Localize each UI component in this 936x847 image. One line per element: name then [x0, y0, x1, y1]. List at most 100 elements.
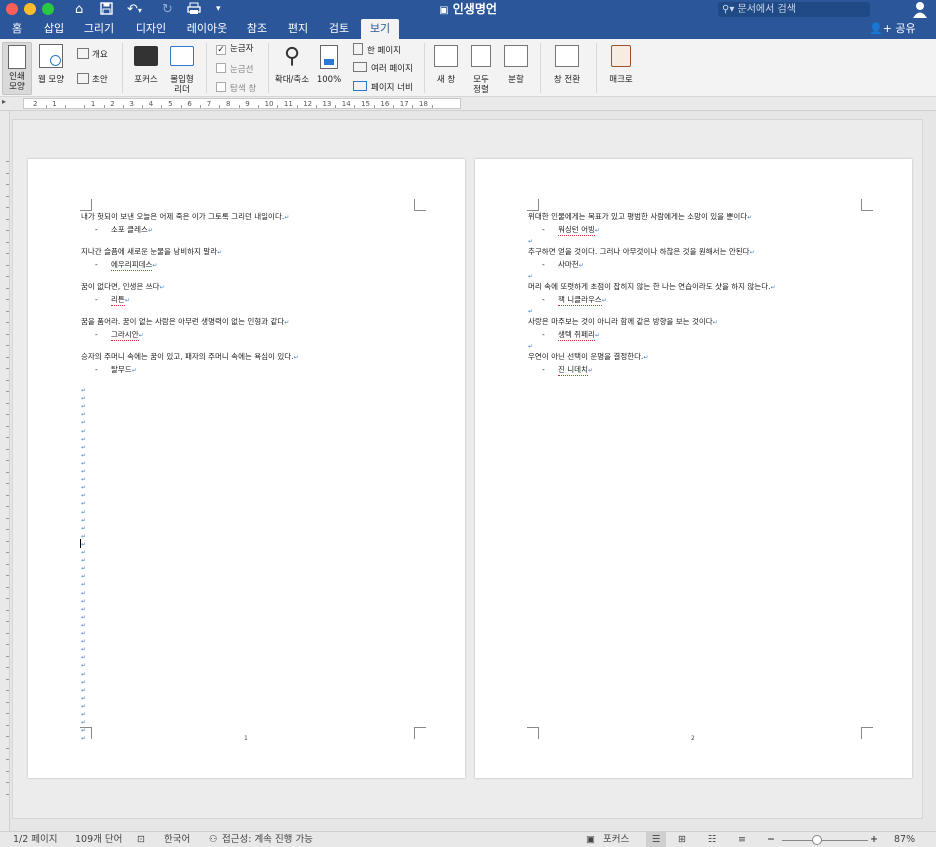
paragraph-mark-icon: ↵ [81, 468, 87, 475]
vertical-ruler-tick [6, 793, 9, 795]
tab-review[interactable]: 검토 [322, 19, 356, 39]
page-width-button[interactable]: 페이지 너비 [353, 81, 413, 93]
quote-line: 추구하면 얻을 것이다. 그러나 아무것이나 하찮은 것을 원해서는 안된다↵ [528, 247, 755, 256]
customize-toolbar-icon[interactable]: ▾ [216, 0, 221, 19]
page-2[interactable]: 위대한 인물에게는 목표가 있고 평범한 사람에게는 소망이 있을 뿐이다↵ -… [475, 159, 912, 778]
draft-button[interactable]: 초안 [77, 73, 108, 85]
print-icon[interactable] [187, 0, 201, 19]
home-icon[interactable]: ⌂ [75, 0, 83, 19]
ruler-tick [103, 105, 105, 108]
zoom-window-button[interactable] [42, 3, 54, 15]
tab-draw[interactable]: 그리기 [79, 19, 119, 39]
ruler-number: 13 [322, 100, 332, 108]
vertical-ruler[interactable] [0, 111, 10, 831]
vertical-ruler-tick [6, 356, 9, 358]
ruler-number: 17 [399, 100, 409, 108]
undo-icon[interactable]: ↶▾ [127, 0, 142, 19]
tab-view[interactable]: 보기 [361, 19, 399, 39]
tab-mailings[interactable]: 편지 [282, 19, 314, 39]
language[interactable]: 한국어 [164, 832, 190, 847]
search-input[interactable]: ⚲▾ 문서에서 검색 [718, 2, 870, 17]
tab-home[interactable]: 홈 [3, 19, 31, 39]
focus-mode-icon[interactable]: ▣ [586, 832, 595, 847]
paragraph-mark-icon: ↵ [81, 719, 87, 727]
navigation-pane-checkbox[interactable]: 탐색 창 [216, 82, 256, 94]
multiple-pages-button[interactable]: 여러 페이지 [353, 62, 413, 74]
save-icon[interactable] [100, 0, 113, 19]
tab-stop-icon[interactable]: ▸ [2, 97, 6, 106]
vertical-ruler-tick [6, 299, 9, 300]
switch-windows-button[interactable]: 창 전환 [546, 45, 588, 85]
draft-view-icon[interactable]: ≡ [738, 832, 746, 847]
immersive-reader-button[interactable]: 몰입형 리더 [165, 46, 199, 95]
document-canvas[interactable]: 내가 헛되이 보낸 오늘은 어제 죽은 이가 그토록 그리던 내일이다.↵ -소… [12, 119, 923, 819]
paragraph-mark-icon: ↵ [81, 549, 87, 556]
zoom-slider-track[interactable] [782, 840, 868, 841]
focus-mode-button[interactable]: 포커스 [603, 832, 629, 847]
attribution-line: -진 니데치↵ [542, 365, 594, 376]
zoom-button[interactable]: ⚲ 확대/축소 [274, 45, 310, 86]
macros-button[interactable]: 매크로 [602, 45, 640, 85]
paragraph-mark-icon: ↵ [81, 597, 87, 605]
outline-icon [77, 48, 89, 59]
print-layout-icon [8, 45, 26, 69]
vertical-ruler-tick [6, 598, 9, 599]
share-button[interactable]: 👤+ 공유 ⌃ [869, 19, 936, 54]
zoom-slider-thumb[interactable] [811, 835, 822, 845]
page-count[interactable]: 1/2 페이지 [13, 832, 58, 847]
one-page-button[interactable]: 한 페이지 [353, 43, 401, 56]
vertical-ruler-tick [6, 747, 9, 749]
ruler-checkbox[interactable]: ✓ 눈금자 [216, 43, 253, 55]
vertical-ruler-tick [6, 736, 9, 737]
arrange-all-button[interactable]: 모두 정렬 [466, 45, 496, 95]
focus-button[interactable]: 포커스 [131, 46, 161, 85]
vertical-ruler-tick [6, 333, 9, 335]
redo-icon[interactable]: ↻ [162, 0, 173, 19]
vertical-ruler-tick [6, 218, 9, 220]
vertical-ruler-tick [6, 195, 9, 197]
tab-layout[interactable]: 레이아웃 [182, 19, 232, 39]
ribbon-separator [206, 43, 207, 93]
ruler-number: 15 [361, 100, 371, 108]
tab-references[interactable]: 참조 [240, 19, 274, 39]
split-button[interactable]: 분할 [500, 45, 532, 85]
paragraph-mark-icon: ↵ [81, 670, 87, 678]
print-layout-button[interactable]: 인쇄 모양 [2, 42, 32, 95]
gridlines-checkbox[interactable]: 눈금선 [216, 63, 253, 75]
page-1[interactable]: 내가 헛되이 보낸 오늘은 어제 죽은 이가 그토록 그리던 내일이다.↵ -소… [28, 159, 465, 778]
ribbon-tabs: 홈 삽입 그리기 디자인 레이아웃 참조 편지 검토 보기 👤+ 공유 ⌃ [0, 19, 936, 54]
horizontal-ruler[interactable]: ▸ 2 1 1 2 3 4 5 6 7 8 9 10 11 12 13 14 15 16 17 18 [0, 97, 936, 111]
accessibility-status[interactable]: 접근성: 계속 진행 가능 [222, 832, 313, 847]
tab-design[interactable]: 디자인 [129, 19, 173, 39]
tab-insert[interactable]: 삽입 [37, 19, 71, 39]
web-layout-view-icon[interactable]: ⊞ [678, 832, 686, 847]
zoom-level[interactable]: 87% [894, 832, 915, 847]
zoom-in-button[interactable]: + [870, 832, 878, 847]
vertical-ruler-tick [6, 161, 9, 162]
vertical-ruler-tick [6, 483, 9, 484]
new-window-button[interactable]: 새 창 [430, 45, 462, 85]
vertical-ruler-tick [6, 724, 9, 726]
vertical-ruler-tick [6, 448, 9, 450]
outline-view-icon[interactable]: ☷ [708, 832, 717, 847]
outline-button[interactable]: 개요 [77, 48, 108, 60]
paragraph-mark-icon: ↵ [528, 273, 534, 280]
web-layout-button[interactable]: 웹 모양 [36, 44, 66, 85]
account-icon[interactable] [912, 1, 928, 18]
vertical-ruler-tick [6, 264, 9, 266]
close-window-button[interactable] [6, 3, 18, 15]
paragraph-mark-icon: ↵ [81, 621, 87, 629]
proofing-icon[interactable]: ⊡ [137, 832, 145, 847]
ruler-number: 5 [168, 100, 173, 108]
quote-line: 꿈을 품어라. 꿈이 없는 사람은 아무런 생명력이 없는 인형과 같다↵ [81, 317, 290, 326]
ruler-tick [354, 105, 356, 108]
zoom-out-button[interactable]: − [767, 832, 775, 847]
vertical-ruler-tick [6, 632, 9, 634]
ribbon-separator [424, 43, 425, 93]
zoom-100-button[interactable]: 100% [314, 45, 344, 85]
minimize-window-button[interactable] [24, 3, 36, 15]
vertical-ruler-tick [6, 253, 9, 254]
ruler-number: 7 [206, 100, 212, 108]
word-count[interactable]: 109개 단어 [75, 832, 122, 847]
print-layout-view-icon[interactable]: ☰ [646, 832, 666, 847]
